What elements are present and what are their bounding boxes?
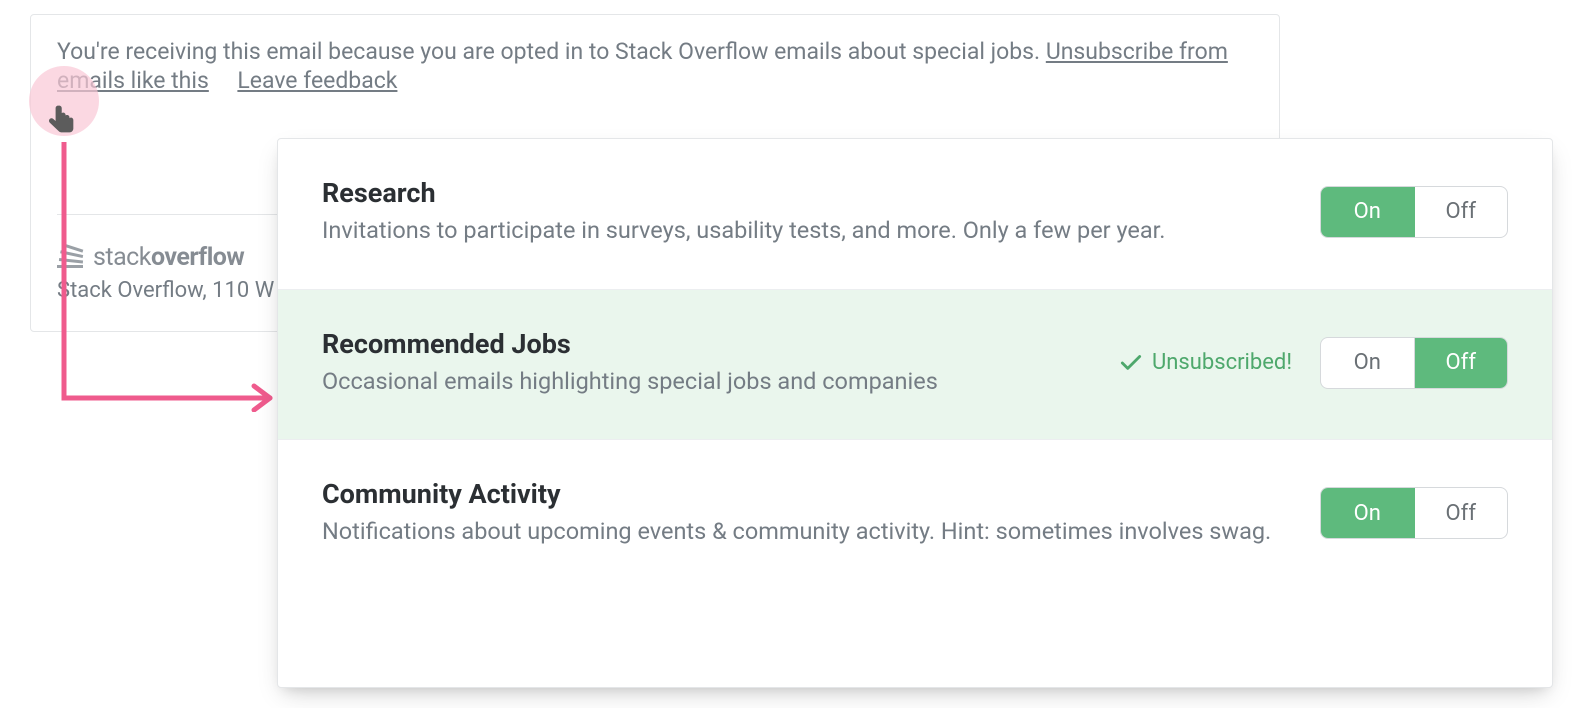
unsubscribe-reason-text: You're receiving this email because you … [57,38,1040,65]
toggle-recommended-jobs[interactable]: On Off [1320,337,1508,389]
hand-cursor-icon [46,103,78,147]
setting-description: Occasional emails highlighting special j… [322,366,1090,398]
toggle-research[interactable]: On Off [1320,186,1508,238]
setting-row-recommended-jobs: Recommended Jobs Occasional emails highl… [278,290,1552,441]
setting-title: Community Activity [322,478,1292,510]
setting-row-community-activity: Community Activity Notifications about u… [278,440,1552,590]
setting-description: Notifications about upcoming events & co… [322,516,1292,548]
toggle-off[interactable]: Off [1415,488,1508,538]
setting-text-block: Research Invitations to participate in s… [322,177,1292,247]
setting-title: Research [322,177,1292,209]
setting-row-research: Research Invitations to participate in s… [278,139,1552,290]
unsubscribed-label: Unsubscribed! [1152,350,1292,375]
setting-text-block: Community Activity Notifications about u… [322,478,1292,548]
email-preferences-panel: Research Invitations to participate in s… [277,138,1553,688]
flow-arrow [58,142,288,412]
toggle-on[interactable]: On [1321,338,1415,388]
leave-feedback-link[interactable]: Leave feedback [237,67,397,94]
setting-description: Invitations to participate in surveys, u… [322,215,1292,247]
setting-title: Recommended Jobs [322,328,1090,360]
check-icon [1118,350,1144,376]
toggle-on[interactable]: On [1321,187,1415,237]
toggle-off[interactable]: Off [1415,338,1508,388]
unsubscribed-status: Unsubscribed! [1118,350,1292,376]
setting-text-block: Recommended Jobs Occasional emails highl… [322,328,1090,398]
unsubscribe-reason-block: You're receiving this email because you … [57,37,1253,96]
toggle-on[interactable]: On [1321,488,1415,538]
toggle-off[interactable]: Off [1415,187,1508,237]
toggle-community-activity[interactable]: On Off [1320,487,1508,539]
